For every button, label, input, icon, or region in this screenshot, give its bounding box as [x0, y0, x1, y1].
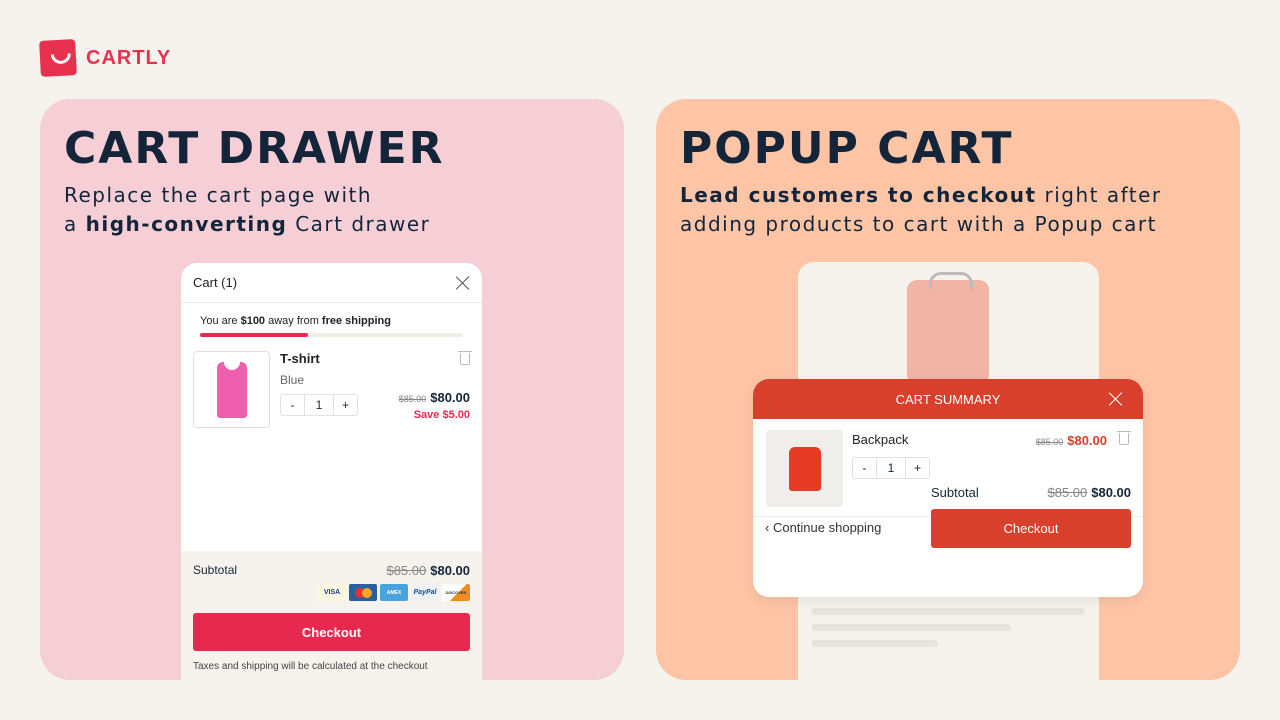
cart-item: T-shirt Blue - 1 + $85.00 $80.00 Save $5.…: [193, 351, 472, 431]
subtotal-label: Subtotal: [193, 563, 238, 577]
increment-button[interactable]: +: [334, 395, 357, 415]
cart-drawer: Cart (1) You are $100 away from free shi…: [181, 263, 482, 680]
cartly-logo-icon: [39, 39, 77, 77]
product-name[interactable]: T-shirt: [280, 351, 320, 366]
popup-cart-panel: POPUP CART Lead customers to checkout ri…: [656, 99, 1240, 680]
original-price: $85.00: [1035, 437, 1064, 447]
subtotal-row: Subtotal $85.00 $80.00: [193, 563, 470, 578]
tank-top-image: [216, 359, 247, 418]
product-image[interactable]: [193, 351, 270, 428]
free-shipping-message: You are $100 away from free shipping: [200, 315, 391, 327]
quantity-input[interactable]: 1: [304, 395, 334, 415]
paypal-icon: PayPal: [411, 584, 439, 601]
backpack-product-image: [907, 272, 989, 380]
checkout-button[interactable]: Checkout: [931, 509, 1131, 548]
placeholder-line: [811, 608, 1085, 615]
progress-fill: [200, 333, 308, 337]
placeholder-line: [811, 624, 1011, 631]
increment-button[interactable]: +: [906, 458, 929, 478]
original-price: $85.00: [398, 394, 427, 404]
subtotal-original: $85.00: [386, 563, 427, 578]
cart-item: Backpack - 1 + $85.00 $80.00: [753, 419, 1143, 517]
product-image[interactable]: [766, 430, 843, 507]
quantity-stepper: - 1 +: [280, 394, 358, 416]
panel-subtitle: Replace the cart page with a high-conver…: [64, 183, 431, 236]
item-prices: $85.00 $80.00: [1036, 432, 1107, 450]
close-icon[interactable]: [456, 276, 470, 290]
panel-title: POPUP CART: [680, 123, 1014, 174]
decrement-button[interactable]: -: [281, 395, 304, 415]
brand-name: CARTLY: [86, 46, 172, 69]
sale-price: $80.00: [430, 390, 470, 405]
discover-icon: DISCOVER: [442, 584, 470, 601]
cart-title: Cart (1): [193, 275, 238, 290]
cart-summary-popup: CART SUMMARY Backpack - 1 + $85.00 $80.00…: [753, 379, 1143, 597]
savings-label: Save $5.00: [413, 409, 470, 421]
shipping-progress-bar: [200, 333, 463, 337]
panel-title: CART DRAWER: [64, 123, 445, 174]
quantity-input[interactable]: 1: [876, 458, 906, 478]
quantity-stepper: - 1 +: [852, 457, 930, 479]
subtotal-original: $85.00: [1047, 485, 1088, 500]
item-prices: $85.00 $80.00 Save $5.00: [399, 389, 470, 421]
product-name[interactable]: Backpack: [852, 432, 908, 447]
popup-title: CART SUMMARY: [895, 391, 1001, 407]
tax-note: Taxes and shipping will be calculated at…: [193, 661, 428, 672]
panel-subtitle: Lead customers to checkout right after a…: [680, 183, 1162, 236]
continue-shopping-link[interactable]: ‹ Continue shopping: [765, 520, 881, 535]
drawer-footer: Subtotal $85.00 $80.00 VISA AMEX PayPal D…: [181, 551, 482, 680]
subtotal-value: $80.00: [1091, 485, 1131, 500]
close-icon[interactable]: [1109, 392, 1123, 406]
chevron-left-icon: ‹: [765, 520, 773, 535]
amex-icon: AMEX: [380, 584, 408, 601]
trash-icon[interactable]: [458, 351, 472, 365]
drawer-header: Cart (1): [181, 263, 482, 303]
payment-methods: VISA AMEX PayPal DISCOVER: [193, 584, 470, 601]
mastercard-icon: [349, 584, 377, 601]
placeholder-line: [811, 640, 938, 647]
backpack-image: [788, 446, 821, 491]
visa-icon: VISA: [318, 584, 346, 601]
subtotal-row: Subtotal $85.00 $80.00: [931, 485, 1131, 500]
sale-price: $80.00: [1067, 433, 1107, 448]
popup-header: CART SUMMARY: [753, 379, 1143, 419]
trash-icon[interactable]: [1117, 431, 1131, 445]
checkout-button[interactable]: Checkout: [193, 613, 470, 651]
subtotal-label: Subtotal: [931, 485, 979, 500]
brand-logo: CARTLY: [39, 39, 172, 77]
decrement-button[interactable]: -: [853, 458, 876, 478]
cart-drawer-panel: CART DRAWER Replace the cart page with a…: [40, 99, 624, 680]
subtotal-value: $80.00: [430, 563, 470, 578]
product-variant: Blue: [280, 373, 305, 387]
